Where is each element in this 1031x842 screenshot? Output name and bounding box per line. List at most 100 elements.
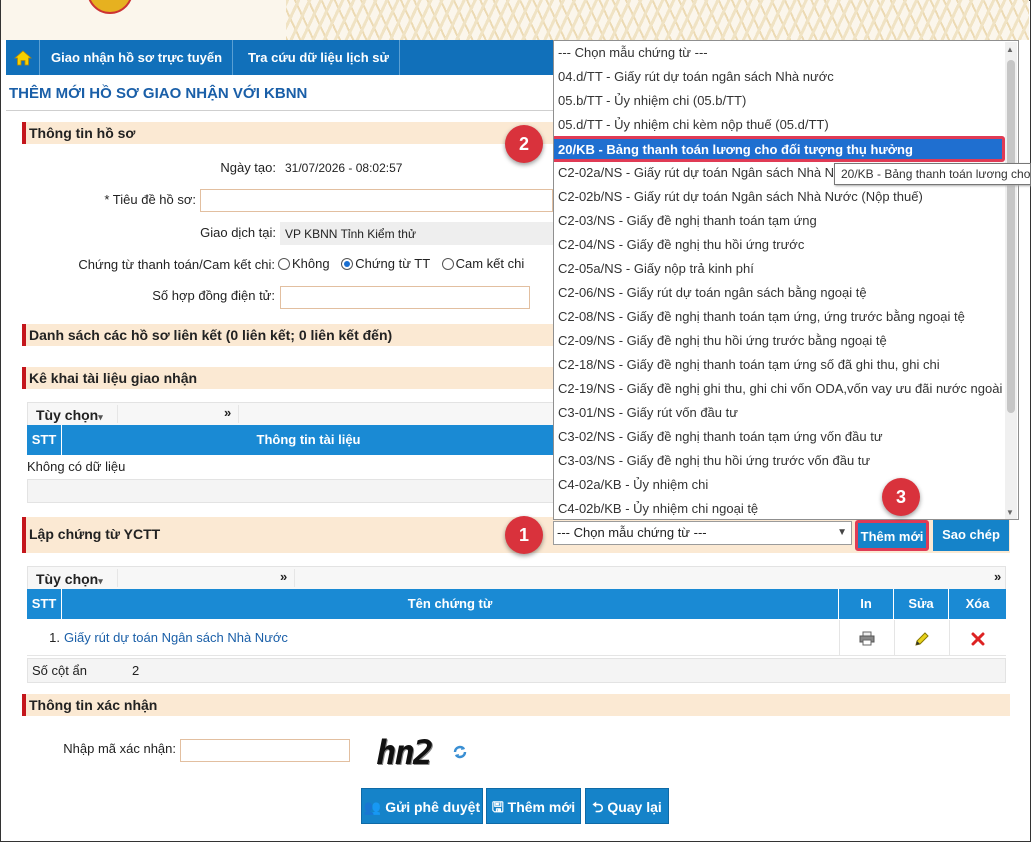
- home-icon[interactable]: [6, 40, 40, 75]
- created-label: Ngày tạo:: [220, 160, 276, 175]
- docs-table-header: STT Thông tin tài liệu: [27, 425, 555, 455]
- col-stt: STT: [27, 589, 62, 619]
- captcha-label: Nhập mã xác nhận:: [63, 741, 176, 756]
- radio-none-label: Không: [292, 256, 330, 271]
- send-approve-button[interactable]: 👥 Gửi phê duyệt: [361, 788, 483, 824]
- nav-online-records[interactable]: Giao nhận hồ sơ trực tuyến: [41, 40, 234, 75]
- back-label: Quay lại: [607, 799, 662, 815]
- vouchers-more-button[interactable]: »: [280, 569, 287, 584]
- dropdown-option[interactable]: C2-18/NS - Giấy đề nghị thanh toán tạm ứ…: [558, 353, 940, 377]
- back-button[interactable]: ⮌ Quay lại: [585, 788, 669, 824]
- hidden-columns-value: 2: [132, 663, 140, 678]
- approve-users-icon: 👥: [363, 799, 386, 815]
- radio-commit-icon[interactable]: [441, 258, 454, 270]
- toolbar-separator: [117, 405, 118, 423]
- vouchers-more-right-button[interactable]: »: [994, 569, 1001, 584]
- dropdown-option[interactable]: C2-08/NS - Giấy đề nghị thanh toán tạm ứ…: [558, 305, 965, 329]
- vouchers-toolbar: Tùy chọn▾ » »: [27, 566, 1006, 590]
- add-voucher-button[interactable]: Thêm mới: [855, 520, 929, 551]
- header-banner: [1, 0, 1029, 40]
- contract-input[interactable]: [280, 286, 530, 309]
- copy-voucher-button[interactable]: Sao chép: [933, 518, 1009, 551]
- dropdown-option[interactable]: C2-04/NS - Giấy đề nghị thu hồi ứng trướ…: [558, 233, 804, 257]
- dropdown-option[interactable]: C2-19/NS - Giấy đề nghị ghi thu, ghi chi…: [558, 377, 1002, 401]
- dropdown-option[interactable]: C2-09/NS - Giấy đề nghị thu hồi ứng trướ…: [558, 329, 887, 353]
- dropdown-option[interactable]: 04.d/TT - Giấy rút dự toán ngân sách Nhà…: [558, 65, 834, 89]
- vouchers-options-menu[interactable]: Tùy chọn▾: [36, 571, 103, 587]
- dropdown-option[interactable]: C3-01/NS - Giấy rút vốn đầu tư: [558, 401, 738, 425]
- delete-x-icon[interactable]: [949, 620, 1006, 656]
- dropdown-option[interactable]: C2-06/NS - Giấy rút dự toán ngân sách bằ…: [558, 281, 867, 305]
- dropdown-option[interactable]: C3-03/NS - Giấy đề nghị thu hồi ứng trướ…: [558, 449, 870, 473]
- scroll-down-icon[interactable]: ▼: [1006, 508, 1014, 517]
- nav-history-lookup[interactable]: Tra cứu dữ liệu lịch sử: [238, 40, 400, 75]
- docs-table-footer: [27, 479, 555, 503]
- title-input[interactable]: [200, 189, 553, 212]
- dropdown-option[interactable]: --- Chọn mẫu chứng từ ---: [558, 41, 708, 65]
- radio-none-icon[interactable]: [278, 258, 290, 270]
- step-badge-1: 1: [505, 516, 543, 554]
- row-stt: 1.: [49, 630, 60, 645]
- docs-options-menu[interactable]: Tùy chọn▾: [36, 407, 103, 423]
- toolbar-separator: [238, 405, 239, 423]
- save-new-button[interactable]: 🖫 Thêm mới: [486, 788, 581, 824]
- chevron-down-icon: ▾: [98, 576, 103, 586]
- dropdown-option[interactable]: C2-02a/NS - Giấy rút dự toán Ngân sách N…: [558, 161, 834, 185]
- voucher-template-value: --- Chọn mẫu chứng từ ---: [557, 525, 707, 540]
- print-icon[interactable]: [839, 620, 894, 656]
- scroll-up-icon[interactable]: ▲: [1006, 45, 1014, 54]
- scrollbar-thumb[interactable]: [1007, 60, 1015, 413]
- back-arrow-icon: ⮌: [592, 799, 608, 815]
- dropdown-scrollbar[interactable]: ▲ ▼: [1005, 42, 1017, 519]
- vouchers-table-header: STT Tên chứng từ In Sửa Xóa: [27, 589, 1006, 619]
- docs-toolbar: Tùy chọn▾ »: [27, 402, 555, 426]
- radio-none[interactable]: Không: [278, 256, 330, 271]
- radio-payment-icon[interactable]: [341, 258, 354, 270]
- voucher-type-label: Chứng từ thanh toán/Cam kết chi:: [78, 257, 275, 272]
- page-title: THÊM MỚI HỒ SƠ GIAO NHẬN VỚI KBNN: [9, 85, 308, 102]
- voucher-link[interactable]: Giấy rút dự toán Ngân sách Nhà Nước: [64, 630, 288, 645]
- dropdown-option[interactable]: C2-05a/NS - Giấy nộp trả kinh phí: [558, 257, 754, 281]
- chevron-down-icon: ▼: [837, 527, 847, 538]
- title-label: * Tiêu đề hồ sơ:: [104, 192, 196, 207]
- edit-pencil-icon[interactable]: [894, 620, 949, 656]
- hidden-columns-label: Số cột ẩn: [32, 663, 87, 678]
- voucher-template-select[interactable]: --- Chọn mẫu chứng từ --- ▼: [553, 521, 852, 545]
- vouchers-table-footer: Số cột ẩn 2: [27, 658, 1006, 683]
- step-badge-2: 2: [505, 125, 543, 163]
- captcha-image: hn2: [376, 733, 433, 773]
- radio-commit[interactable]: Cam kết chi: [441, 256, 525, 271]
- row-voucher-name[interactable]: Giấy rút dự toán Ngân sách Nhà Nước: [64, 620, 834, 656]
- refresh-icon[interactable]: [452, 744, 468, 763]
- dropdown-option[interactable]: 05.b/TT - Ủy nhiệm chi (05.b/TT): [558, 89, 746, 113]
- dropdown-option[interactable]: 05.d/TT - Ủy nhiệm chi kèm nộp thuế (05.…: [558, 113, 829, 137]
- radio-payment-label: Chứng từ TT: [355, 256, 430, 271]
- emblem-logo: [87, 0, 133, 14]
- col-voucher-name: Tên chứng từ: [62, 589, 839, 619]
- dropdown-option[interactable]: C2-02b/NS - Giấy rút dự toán Ngân sách N…: [558, 185, 923, 209]
- dropdown-option[interactable]: C4-02b/KB - Ủy nhiệm chi ngoại tệ: [558, 497, 758, 519]
- voucher-type-radios: Không Chứng từ TT Cam kết chi: [278, 256, 524, 271]
- save-disk-icon: 🖫: [491, 799, 508, 815]
- vouchers-options-label: Tùy chọn: [36, 571, 99, 587]
- dropdown-option-selected[interactable]: 20/KB - Bảng thanh toán lương cho đối tư…: [558, 140, 913, 160]
- contract-label: Số hợp đồng điện tử:: [152, 288, 275, 303]
- banner-ornament: [286, 0, 1029, 40]
- docs-more-button[interactable]: »: [224, 405, 231, 420]
- toolbar-separator: [117, 569, 118, 587]
- step-badge-3: 3: [882, 478, 920, 516]
- dropdown-option[interactable]: C3-02/NS - Giấy đề nghị thanh toán tạm ứ…: [558, 425, 883, 449]
- place-label: Giao dịch tại:: [200, 225, 276, 240]
- dropdown-option[interactable]: C2-03/NS - Giấy đề nghị thanh toán tạm ứ…: [558, 209, 817, 233]
- col-stt: STT: [27, 425, 62, 455]
- captcha-input[interactable]: [180, 739, 350, 762]
- radio-commit-label: Cam kết chi: [455, 256, 525, 271]
- radio-payment[interactable]: Chứng từ TT: [341, 256, 430, 271]
- voucher-template-dropdown: --- Chọn mẫu chứng từ --- 04.d/TT - Giấy…: [553, 40, 1019, 520]
- table-row: 1. Giấy rút dự toán Ngân sách Nhà Nước: [27, 620, 1006, 656]
- section-confirm: Thông tin xác nhận: [22, 694, 1010, 716]
- docs-options-label: Tùy chọn: [36, 407, 99, 423]
- col-doc-info: Thông tin tài liệu: [256, 432, 361, 447]
- toolbar-separator: [294, 569, 295, 587]
- dropdown-option[interactable]: C4-02a/KB - Ủy nhiệm chi: [558, 473, 708, 497]
